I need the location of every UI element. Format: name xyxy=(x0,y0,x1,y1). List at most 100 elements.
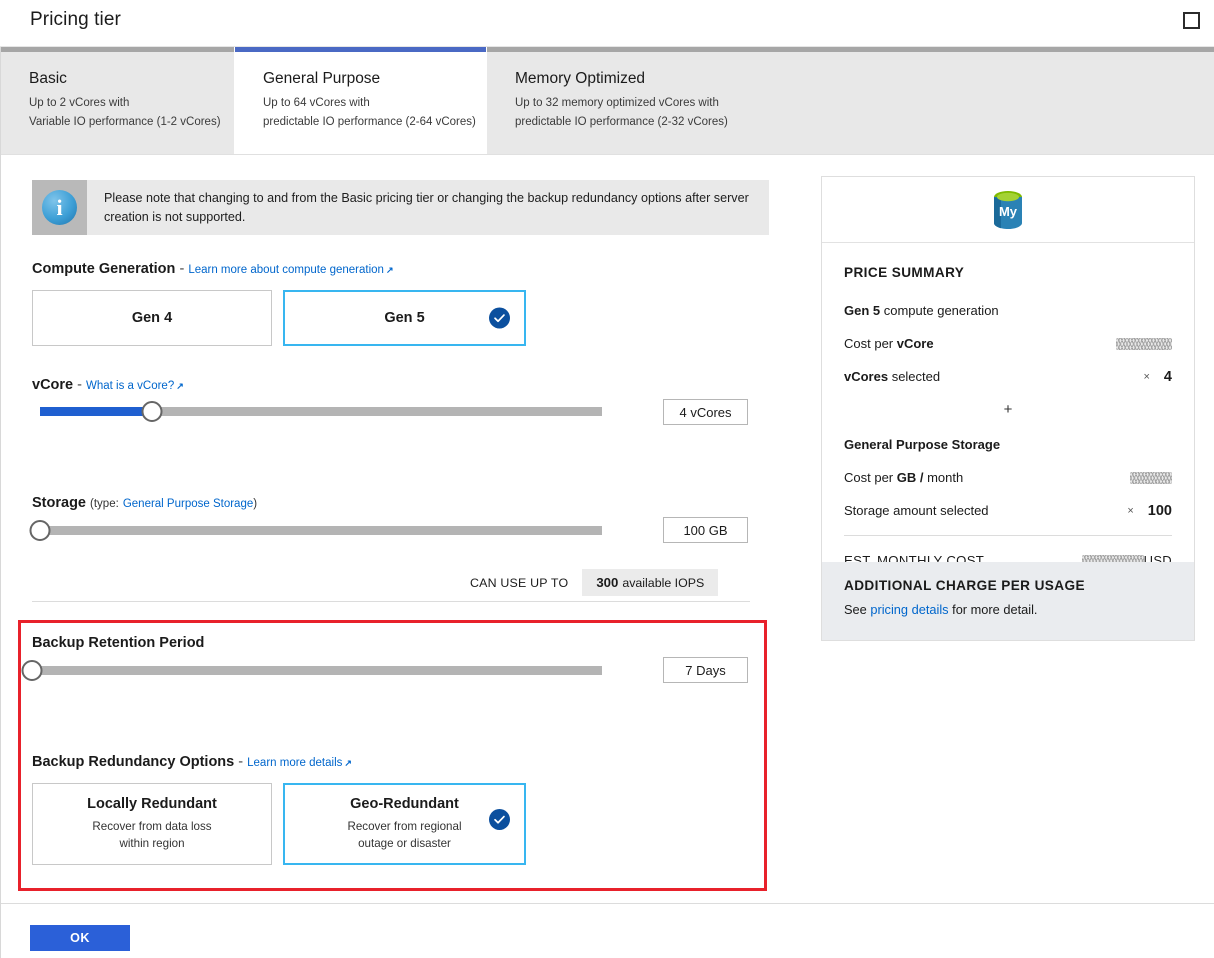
vcores-selected-number: 4 xyxy=(1163,368,1172,385)
compute-generation-label: Compute Generation - Learn more about co… xyxy=(32,261,394,277)
tab-memory-optimized[interactable]: Memory Optimized Up to 32 memory optimiz… xyxy=(487,47,1214,155)
storage-slider[interactable] xyxy=(29,520,602,541)
storage-slider-track[interactable] xyxy=(40,526,602,535)
slider-segment xyxy=(298,666,316,675)
backup-redundancy-option-locally-redundant-title: Locally Redundant xyxy=(87,796,217,812)
tab-memory-optimized-line1: Up to 32 memory optimized vCores with xyxy=(515,97,719,109)
vcores-selected-label: vCores selected xyxy=(844,369,940,384)
cost-per-vcore-value xyxy=(1116,337,1172,350)
backup-redundancy-option-geo-redundant-title: Geo-Redundant xyxy=(350,796,459,812)
additional-charge-section: ADDITIONAL CHARGE PER USAGE See pricing … xyxy=(822,562,1194,640)
slider-segment xyxy=(492,407,602,416)
tab-general-purpose-line2: predictable IO performance (2-64 vCores) xyxy=(263,116,476,128)
info-icon-container: i xyxy=(32,180,87,235)
compute-generation-option-gen5-title: Gen 5 xyxy=(384,310,425,326)
tab-memory-optimized-line2: predictable IO performance (2-32 vCores) xyxy=(515,116,728,128)
vcore-value-box[interactable]: 4 vCores xyxy=(663,399,748,425)
locally-redundant-line1: Recover from data loss xyxy=(92,820,212,833)
backup-retention-label: Backup Retention Period xyxy=(32,635,205,651)
backup-retention-slider-track[interactable] xyxy=(32,666,603,675)
vcore-link[interactable]: What is a vCore? xyxy=(86,380,174,392)
storage-heading-text: General Purpose Storage xyxy=(844,437,1001,452)
backup-redundancy-option-geo-redundant[interactable]: Geo-Redundant Recover from regional outa… xyxy=(283,783,526,865)
ok-button[interactable]: OK xyxy=(30,925,130,951)
backup-retention-value-box[interactable]: 7 Days xyxy=(663,657,748,683)
slider-segment xyxy=(113,666,132,675)
price-summary-heading: PRICE SUMMARY xyxy=(844,265,965,280)
backup-retention-slider-thumb[interactable] xyxy=(21,660,43,681)
section-divider xyxy=(32,601,750,602)
geo-redundant-line1: Recover from regional xyxy=(347,820,462,833)
slider-segment xyxy=(482,666,500,675)
svg-text:My: My xyxy=(999,204,1018,219)
slider-segment xyxy=(584,666,603,675)
info-banner-text: Please note that changing to and from th… xyxy=(104,191,749,224)
storage-value-box[interactable]: 100 GB xyxy=(663,517,748,543)
backup-redundancy-title: Backup Redundancy Options xyxy=(32,754,235,770)
slider-segment xyxy=(216,666,234,675)
storage-slider-thumb[interactable] xyxy=(29,520,51,541)
slider-segment xyxy=(93,666,111,675)
iops-number: 300 xyxy=(596,575,619,590)
slider-segment xyxy=(236,666,255,675)
tab-general-purpose-label: General Purpose xyxy=(263,70,381,87)
locally-redundant-line2: within region xyxy=(119,837,185,850)
additional-charge-heading: ADDITIONAL CHARGE PER USAGE xyxy=(844,578,1085,593)
tab-general-purpose-line1: Up to 64 vCores with xyxy=(263,97,370,109)
info-icon: i xyxy=(42,190,77,225)
page-title: Pricing tier xyxy=(30,9,121,30)
compute-generation-option-gen5[interactable]: Gen 5 xyxy=(283,290,526,346)
compute-generation-title: Compute Generation xyxy=(32,261,176,277)
storage-heading-label: General Purpose Storage xyxy=(844,437,1000,452)
slider-segment xyxy=(400,666,418,675)
additional-charge-suffix: for more detail. xyxy=(948,602,1038,617)
tab-basic-line1: Up to 2 vCores with xyxy=(29,97,130,109)
storage-type-link[interactable]: General Purpose Storage xyxy=(123,498,253,510)
compute-generation-option-gen4[interactable]: Gen 4 xyxy=(32,290,272,346)
slider-segment xyxy=(461,666,480,675)
pricing-details-link[interactable]: pricing details xyxy=(870,602,948,617)
backup-retention-slider[interactable] xyxy=(21,660,603,681)
slider-segment xyxy=(564,666,582,675)
backup-redundancy-option-locally-redundant[interactable]: Locally Redundant Recover from data loss… xyxy=(32,783,272,865)
check-icon xyxy=(489,809,510,830)
iops-prefix-label: CAN USE UP TO xyxy=(470,575,569,590)
tab-basic[interactable]: Basic Up to 2 vCores with Variable IO pe… xyxy=(1,47,235,155)
additional-charge-text: See pricing details for more detail. xyxy=(844,602,1172,617)
vcores-selected-label-bold: vCores xyxy=(844,369,889,384)
storage-label: Storage (type: General Purpose Storage) xyxy=(32,495,257,511)
vcore-slider-thumb[interactable] xyxy=(141,401,163,422)
backup-redundancy-label: Backup Redundancy Options - Learn more d… xyxy=(32,754,352,770)
cost-per-gb-label: Cost per GB / month xyxy=(844,470,963,485)
backup-redundancy-separator: - xyxy=(238,754,244,770)
vcores-selected-value: × 4 xyxy=(1143,369,1172,385)
price-row-cost-per-gb: Cost per GB / month xyxy=(844,469,1172,486)
maximize-icon[interactable] xyxy=(1183,12,1200,29)
info-banner: i Please note that changing to and from … xyxy=(32,180,769,235)
vcore-slider[interactable] xyxy=(40,401,602,422)
external-link-icon: ↗ xyxy=(344,758,352,768)
iops-suffix-label: available IOPS xyxy=(622,575,705,590)
compute-generation-summary: Gen 5 compute generation xyxy=(844,303,999,318)
storage-note-prefix: (type: xyxy=(90,498,119,510)
mysql-database-icon: My xyxy=(994,190,1022,229)
geo-redundant-line2: outage or disaster xyxy=(358,837,451,850)
compute-generation-link[interactable]: Learn more about compute generation xyxy=(188,264,384,276)
slider-segment xyxy=(543,666,562,675)
vcore-separator: - xyxy=(77,377,82,393)
titlebar: Pricing tier xyxy=(0,0,1214,47)
price-summary-panel: My PRICE SUMMARY Gen 5 compute generatio… xyxy=(821,176,1195,641)
storage-amount-value: × 100 xyxy=(1127,503,1172,519)
compute-generation-summary-rest: compute generation xyxy=(880,303,999,318)
tab-general-purpose[interactable]: General Purpose Up to 64 vCores with pre… xyxy=(235,47,487,155)
cost-per-gb-label-plain: Cost per xyxy=(844,470,897,485)
slider-segment xyxy=(339,666,357,675)
slider-segment xyxy=(154,666,173,675)
backup-redundancy-link[interactable]: Learn more details xyxy=(247,757,342,769)
price-row-storage-amount: Storage amount selected × 100 xyxy=(844,502,1172,519)
backup-redundancy-option-geo-redundant-desc: Recover from regional outage or disaster xyxy=(347,818,461,852)
price-row-compute-generation: Gen 5 compute generation xyxy=(844,302,1172,319)
redacted-value xyxy=(1116,337,1172,350)
redacted-value xyxy=(1130,471,1172,484)
pricing-tier-blade: Pricing tier Basic Up to 2 vCores with V… xyxy=(0,0,1214,958)
